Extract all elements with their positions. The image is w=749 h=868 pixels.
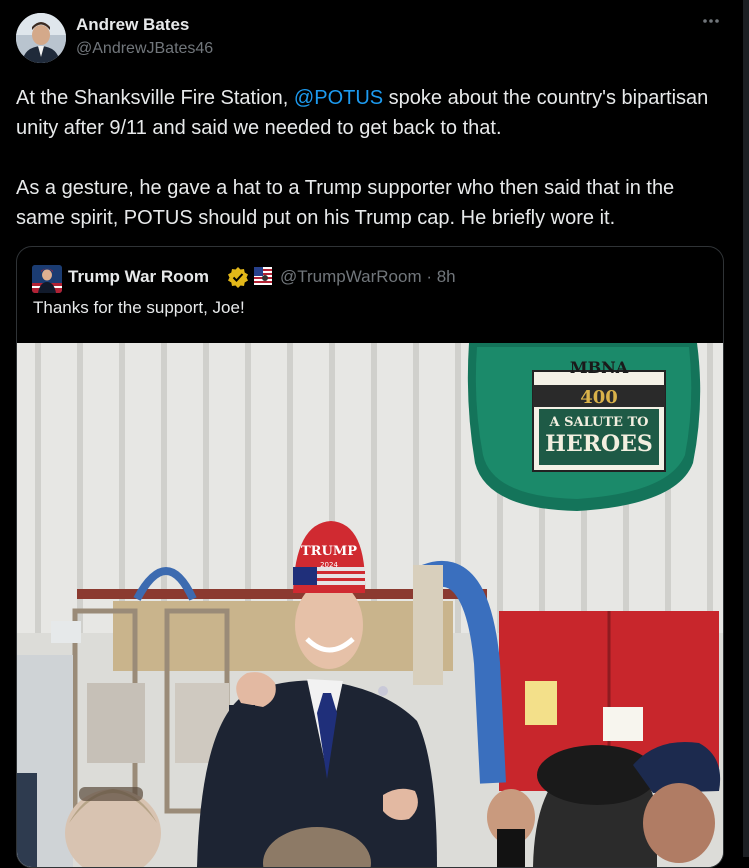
author-name[interactable]: Andrew Bates [76,15,189,35]
quote-photo[interactable]: MBNA 400 A SALUTE TO HEROES TRUMP 2024 [17,343,723,867]
quote-avatar[interactable] [32,265,62,293]
author-handle[interactable]: @AndrewJBates46 [76,40,213,58]
more-horizontal-icon[interactable] [701,14,723,34]
flag-icon [254,267,272,285]
sign-heroes-text: HEROES [545,431,653,457]
quote-text: Thanks for the support, Joe! [33,298,245,317]
sign-mbna-text: MBNA [570,358,629,377]
cap-trump-text: TRUMP [301,544,357,559]
quoted-tweet[interactable]: Trump War Room @TrumpWarRoom · 8h Thanks… [16,246,724,868]
tweet-paragraph-1: At the Shanksville Fire Station, @POTUS … [16,83,716,143]
verified-badge-icon [227,266,249,288]
quote-author-name[interactable]: Trump War Room [68,267,209,287]
tweet-text-part1: At the Shanksville Fire Station, [16,87,294,109]
avatar[interactable] [16,13,66,63]
sign-number-text: 400 [580,387,618,408]
sign-salute-text: A SALUTE TO [549,415,649,430]
quote-author-handle[interactable]: @TrumpWarRoom · 8h [280,267,456,287]
potus-mention-link[interactable]: @POTUS [294,87,383,109]
tweet-text: At the Shanksville Fire Station, @POTUS … [16,83,716,233]
tweet: Andrew Bates @AndrewJBates46 At the Shan… [0,0,749,868]
timeline-border [743,0,749,857]
cap-year-text: 2024 [320,561,338,569]
tweet-paragraph-2: As a gesture, he gave a hat to a Trump s… [16,177,675,229]
